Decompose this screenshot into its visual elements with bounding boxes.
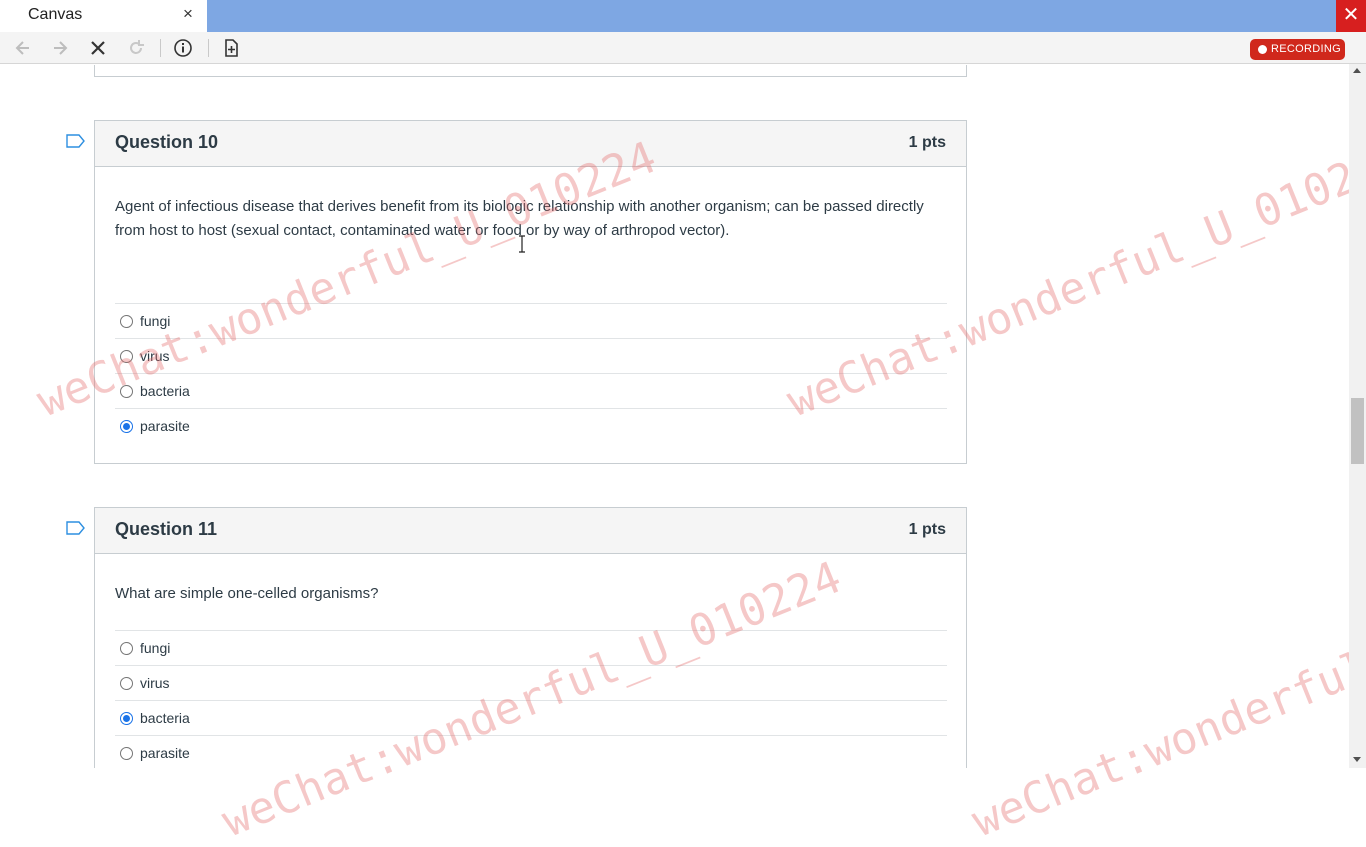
radio-button[interactable]: [120, 385, 133, 398]
answer-list: fungi virus bacteria parasite: [115, 630, 947, 768]
radio-button[interactable]: [120, 350, 133, 363]
question-points: 1 pts: [908, 521, 946, 538]
browser-tab[interactable]: Canvas ×: [0, 0, 207, 32]
question-header: Question 11 1 pts: [95, 508, 966, 554]
recording-label: RECORDING: [1271, 43, 1341, 55]
window-close-button[interactable]: ✕: [1336, 0, 1366, 32]
answer-label[interactable]: parasite: [140, 745, 190, 761]
answer-label[interactable]: bacteria: [140, 383, 190, 399]
add-page-icon[interactable]: [220, 38, 242, 58]
info-icon[interactable]: [172, 38, 194, 58]
question-title: Question 10: [115, 132, 219, 152]
record-dot-icon: [1258, 45, 1267, 54]
answer-option[interactable]: virus: [115, 665, 947, 700]
radio-button-selected[interactable]: [120, 420, 133, 433]
quiz-content: Question 10 1 pts Agent of infectious di…: [0, 65, 1349, 768]
question-points: 1 pts: [908, 134, 946, 151]
answer-option[interactable]: virus: [115, 338, 947, 373]
radio-button[interactable]: [120, 315, 133, 328]
question-header: Question 10 1 pts: [95, 121, 966, 167]
flag-question-icon[interactable]: [66, 134, 86, 148]
text-cursor-icon: [519, 235, 525, 253]
answer-option[interactable]: bacteria: [115, 700, 947, 735]
toolbar-divider: [208, 39, 209, 57]
radio-button-selected[interactable]: [120, 712, 133, 725]
title-bar: Canvas × ✕: [0, 0, 1366, 32]
answer-list: fungi virus bacteria parasite: [115, 303, 947, 443]
answer-option[interactable]: bacteria: [115, 373, 947, 408]
answer-label[interactable]: fungi: [140, 640, 170, 656]
answer-label[interactable]: parasite: [140, 418, 190, 434]
answer-option[interactable]: fungi: [115, 630, 947, 665]
tab-title: Canvas: [28, 6, 83, 23]
answer-label[interactable]: fungi: [140, 313, 170, 329]
stop-loading-icon[interactable]: [87, 38, 109, 58]
radio-button[interactable]: [120, 677, 133, 690]
forward-arrow-icon[interactable]: [49, 38, 71, 58]
answer-label[interactable]: bacteria: [140, 710, 190, 726]
answer-label[interactable]: virus: [140, 348, 170, 364]
scroll-up-arrow-icon[interactable]: [1353, 68, 1361, 73]
question-text: What are simple one-celled organisms?: [115, 585, 379, 602]
tab-close-icon[interactable]: ×: [183, 4, 193, 24]
answer-label[interactable]: virus: [140, 675, 170, 691]
question-title: Question 11: [115, 519, 218, 539]
flag-question-icon[interactable]: [66, 521, 86, 535]
recording-badge[interactable]: RECORDING: [1250, 39, 1345, 60]
reload-icon[interactable]: [125, 38, 147, 58]
scrollbar-thumb[interactable]: [1351, 398, 1364, 464]
back-arrow-icon[interactable]: [12, 38, 34, 58]
previous-question-card: [94, 65, 967, 77]
scroll-down-arrow-icon[interactable]: [1353, 757, 1361, 762]
answer-option[interactable]: parasite: [115, 735, 947, 768]
radio-button[interactable]: [120, 747, 133, 760]
vertical-scrollbar[interactable]: [1349, 64, 1366, 768]
radio-button[interactable]: [120, 642, 133, 655]
answer-option[interactable]: fungi: [115, 303, 947, 338]
question-card: Question 10 1 pts Agent of infectious di…: [94, 120, 967, 464]
toolbar-divider: [160, 39, 161, 57]
answer-option[interactable]: parasite: [115, 408, 947, 443]
question-card: Question 11 1 pts What are simple one-ce…: [94, 507, 967, 768]
browser-toolbar: [0, 32, 1366, 64]
